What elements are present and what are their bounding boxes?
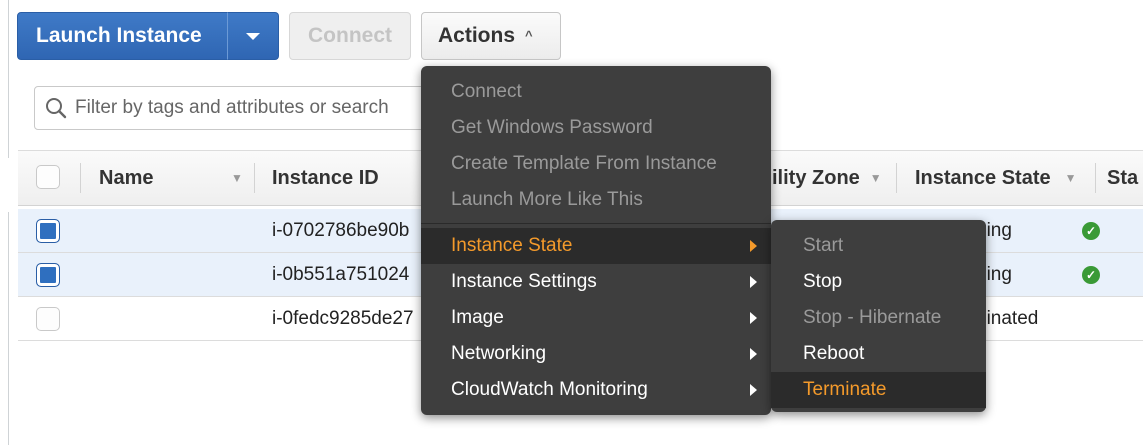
column-header-status[interactable]: Sta xyxy=(1107,151,1138,205)
menu-item-label: Connect xyxy=(451,81,522,102)
sort-icon[interactable]: ▼ xyxy=(231,151,243,205)
column-divider xyxy=(896,163,897,193)
connect-button[interactable]: Connect xyxy=(289,12,411,60)
submenu-item-reboot[interactable]: Reboot xyxy=(771,336,986,372)
actions-menu: Connect Get Windows Password Create Temp… xyxy=(421,66,771,415)
actions-label: Actions xyxy=(438,24,516,47)
menu-item-label: Stop xyxy=(803,271,843,292)
select-all-checkbox[interactable] xyxy=(36,165,60,189)
caret-down-icon xyxy=(246,32,260,40)
caret-up-icon: ^ xyxy=(525,27,533,43)
menu-item-connect[interactable]: Connect xyxy=(421,74,771,110)
column-header-instance-id[interactable]: Instance ID xyxy=(272,151,379,205)
status-ok-icon: ✓ xyxy=(1082,266,1100,284)
column-divider xyxy=(80,163,81,193)
submenu-arrow-icon xyxy=(750,276,757,288)
search-placeholder: Filter by tags and attributes or search xyxy=(75,97,389,118)
column-label: Sta xyxy=(1107,166,1139,189)
menu-item-image[interactable]: Image xyxy=(421,300,771,336)
column-header-availability-zone[interactable]: ility Zone ▼ xyxy=(772,151,882,205)
sort-icon: ▼ xyxy=(869,171,882,185)
submenu-arrow-icon xyxy=(750,240,757,252)
launch-options-dropdown[interactable] xyxy=(227,12,279,60)
submenu-item-stop-hibernate[interactable]: Stop - Hibernate xyxy=(771,300,986,336)
launch-instance-button[interactable]: Launch Instance xyxy=(17,12,229,60)
menu-item-label: Instance Settings xyxy=(451,271,597,292)
filter-search-input[interactable]: Filter by tags and attributes or search xyxy=(34,86,484,130)
submenu-arrow-icon xyxy=(750,384,757,396)
menu-item-instance-state[interactable]: Instance State xyxy=(421,228,771,264)
instance-id-cell: i-0fedc9285de27 xyxy=(272,308,414,329)
menu-item-label: Terminate xyxy=(803,379,887,400)
menu-item-networking[interactable]: Networking xyxy=(421,336,771,372)
menu-item-cloudwatch-monitoring[interactable]: CloudWatch Monitoring xyxy=(421,372,771,408)
page-edge-divider xyxy=(0,212,9,445)
page-edge-divider xyxy=(0,0,9,158)
menu-item-label: Stop - Hibernate xyxy=(803,307,942,328)
menu-item-launch-more-like-this[interactable]: Launch More Like This xyxy=(421,182,771,218)
sort-icon: ▼ xyxy=(1064,171,1077,185)
submenu-item-start[interactable]: Start xyxy=(771,228,986,264)
menu-item-label: Reboot xyxy=(803,343,865,364)
menu-item-label: Networking xyxy=(451,343,547,364)
row-checkbox[interactable] xyxy=(36,219,60,243)
column-header-name[interactable]: Name xyxy=(99,151,153,205)
menu-item-label: CloudWatch Monitoring xyxy=(451,379,648,400)
instance-id-cell: i-0b551a751024 xyxy=(272,264,410,285)
menu-item-label: Image xyxy=(451,307,504,328)
menu-item-instance-settings[interactable]: Instance Settings xyxy=(421,264,771,300)
menu-item-get-windows-password[interactable]: Get Windows Password xyxy=(421,110,771,146)
column-label: Instance State xyxy=(915,166,1051,189)
submenu-item-stop[interactable]: Stop xyxy=(771,264,986,300)
menu-item-label: Launch More Like This xyxy=(451,189,643,210)
column-label: Instance ID xyxy=(272,166,379,189)
submenu-arrow-icon xyxy=(750,312,757,324)
row-checkbox[interactable] xyxy=(36,307,60,331)
column-header-instance-state[interactable]: Instance State ▼ xyxy=(915,151,1077,205)
menu-item-label: Create Template From Instance xyxy=(451,153,717,174)
menu-divider xyxy=(421,223,771,224)
column-label: Name xyxy=(99,166,154,189)
menu-item-label: Get Windows Password xyxy=(451,117,653,138)
menu-item-label: Instance State xyxy=(451,235,573,256)
column-divider xyxy=(1095,163,1096,193)
submenu-arrow-icon xyxy=(750,348,757,360)
row-checkbox[interactable] xyxy=(36,263,60,287)
menu-item-create-template[interactable]: Create Template From Instance xyxy=(421,146,771,182)
column-label: ility Zone xyxy=(772,166,860,189)
search-icon xyxy=(46,98,67,119)
menu-item-label: Start xyxy=(803,235,844,256)
column-divider xyxy=(254,163,255,193)
instance-id-cell: i-0702786be90b xyxy=(272,220,410,241)
actions-button[interactable]: Actions ^ xyxy=(421,12,561,60)
status-ok-icon: ✓ xyxy=(1082,222,1100,240)
instance-state-submenu: Start Stop Stop - Hibernate Reboot Termi… xyxy=(771,220,986,412)
submenu-item-terminate[interactable]: Terminate xyxy=(771,372,986,408)
